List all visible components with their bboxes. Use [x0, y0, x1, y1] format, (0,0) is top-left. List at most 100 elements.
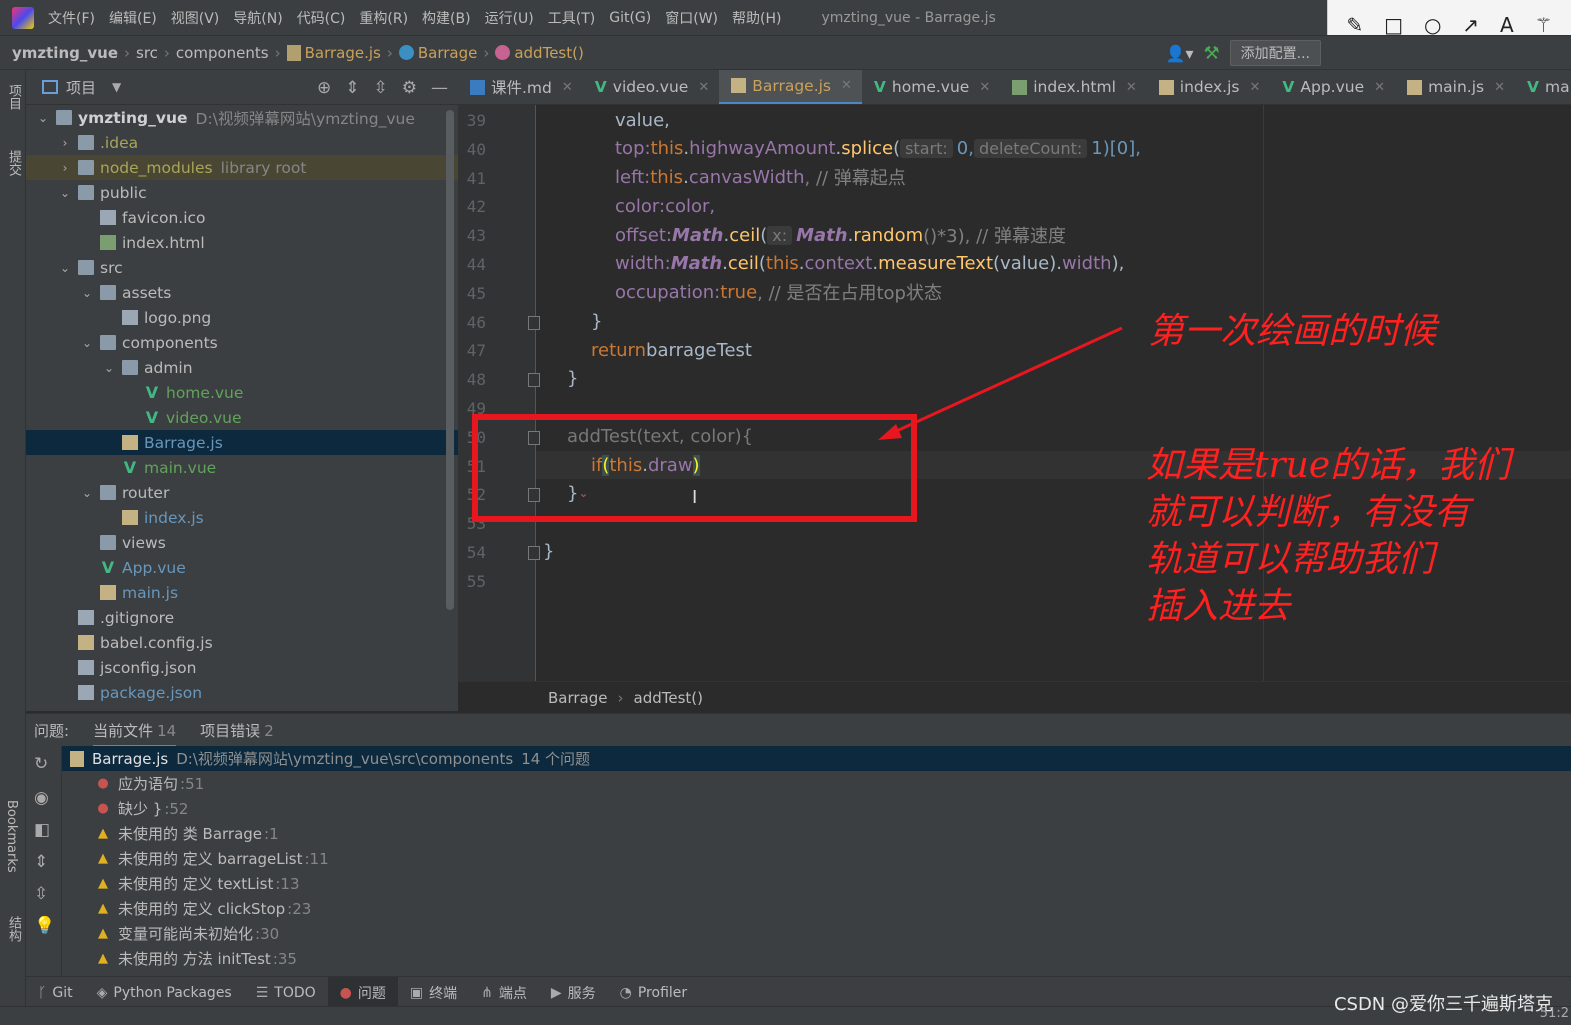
chevron-right-icon[interactable]: ›	[58, 161, 72, 175]
bottom-tab[interactable]: ▶ 服务	[539, 977, 608, 1009]
editor-tab[interactable]: Vhome.vue ✕	[862, 70, 1000, 104]
project-panel-title[interactable]: 项目	[66, 77, 96, 98]
crumb-class[interactable]: Barrage	[418, 44, 478, 62]
menu-refactor[interactable]: 重构(R)	[359, 8, 408, 28]
collapse-icon[interactable]: ⇳	[34, 884, 48, 904]
tree-item[interactable]: index.js	[26, 505, 458, 530]
collapse-all-icon[interactable]: ⇳	[374, 78, 388, 98]
menu-view[interactable]: 视图(V)	[171, 8, 220, 28]
tree-item[interactable]: ⌄ public	[26, 180, 458, 205]
tree-item[interactable]: Vmain.vue	[26, 455, 458, 480]
problem-row[interactable]: ▲ 未使用的 定义 clickStop:23	[62, 896, 1571, 921]
editor-crumb-method[interactable]: addTest()	[634, 689, 703, 707]
chevron-right-icon[interactable]: ›	[58, 136, 72, 150]
tree-item[interactable]: ⌄ assets	[26, 280, 458, 305]
bottom-tab[interactable]: ◔ Profiler	[608, 977, 700, 1009]
tab-project-errors[interactable]: 项目错误 2	[200, 720, 274, 741]
chevron-down-icon[interactable]: ⌄	[80, 486, 94, 500]
bottom-tab[interactable]: ● 问题	[327, 976, 398, 1009]
tree-item[interactable]: .gitignore	[26, 605, 458, 630]
menu-code[interactable]: 代码(C)	[297, 8, 346, 28]
tree-item[interactable]: ⌄ components	[26, 330, 458, 355]
editor-tab[interactable]: index.js ✕	[1147, 70, 1271, 104]
problems-file-row[interactable]: Barrage.js D:\视频弹幕网站\ymzting_vue\src\com…	[62, 746, 1571, 771]
editor-crumb-class[interactable]: Barrage	[548, 689, 608, 707]
close-tab-icon[interactable]: ✕	[841, 78, 852, 93]
fold-marker-icon[interactable]	[528, 315, 540, 330]
fold-marker-icon[interactable]	[528, 546, 540, 560]
close-tab-icon[interactable]: ✕	[698, 80, 709, 95]
rectangle-icon[interactable]: □	[1384, 13, 1403, 37]
eye-icon[interactable]: ◉	[34, 788, 49, 808]
tree-item[interactable]: › node_modules library root	[26, 155, 458, 180]
build-hammer-icon[interactable]: ⚒	[1204, 43, 1220, 64]
bookmarks-tool-tab[interactable]: Bookmarks	[4, 800, 19, 873]
problem-row[interactable]: ▲ 未使用的 方法 initTest:35	[62, 946, 1571, 971]
menu-run[interactable]: 运行(U)	[485, 8, 534, 28]
close-tab-icon[interactable]: ✕	[1374, 80, 1385, 95]
tree-item[interactable]: Vvideo.vue	[26, 405, 458, 430]
expand-icon[interactable]: ⇕	[34, 852, 48, 872]
menu-help[interactable]: 帮助(H)	[732, 8, 781, 28]
close-tab-icon[interactable]: ✕	[1126, 80, 1137, 95]
close-tab-icon[interactable]: ✕	[562, 80, 573, 95]
problem-row[interactable]: ● 缺少 }:52	[62, 796, 1571, 821]
preview-icon[interactable]: ◧	[34, 820, 50, 840]
tree-item[interactable]: jsconfig.json	[26, 655, 458, 680]
pencil-icon[interactable]: ✎	[1346, 13, 1363, 37]
bottom-tab[interactable]: ▣ 终端	[398, 977, 469, 1009]
problem-row[interactable]: ▲ 变量可能尚未初始化:30	[62, 921, 1571, 946]
chevron-down-icon[interactable]: ⌄	[102, 361, 116, 375]
crumb-src[interactable]: src	[136, 44, 158, 62]
bottom-tab[interactable]: ☰ TODO	[244, 977, 328, 1009]
circle-icon[interactable]: ○	[1424, 13, 1441, 37]
add-configuration-button[interactable]: 添加配置...	[1229, 40, 1321, 66]
menu-build[interactable]: 构建(B)	[422, 8, 471, 28]
close-tab-icon[interactable]: ✕	[1250, 80, 1261, 95]
tree-item[interactable]: Vhome.vue	[26, 380, 458, 405]
crumb-project[interactable]: ymzting_vue	[12, 44, 118, 62]
crumb-file[interactable]: Barrage.js	[305, 44, 381, 62]
problem-row[interactable]: ▲ 未使用的 定义 barrageList:11	[62, 846, 1571, 871]
chevron-down-icon[interactable]: ⌄	[80, 286, 94, 300]
tree-item[interactable]: index.html	[26, 230, 458, 255]
project-tool-tab[interactable]: 项目	[4, 84, 23, 110]
tree-item[interactable]: ⌄ admin	[26, 355, 458, 380]
refresh-icon[interactable]: ↻	[34, 754, 48, 774]
tree-item[interactable]: ⌄ router	[26, 480, 458, 505]
editor-tab[interactable]: 课件.md ✕	[458, 70, 583, 104]
menu-navigate[interactable]: 导航(N)	[233, 8, 282, 28]
editor-tab[interactable]: Vmain.vu	[1515, 70, 1571, 104]
chevron-down-icon[interactable]: ⌄	[58, 261, 72, 275]
tree-scrollbar[interactable]	[446, 110, 454, 610]
tab-current-file[interactable]: 当前文件 14	[93, 713, 177, 748]
text-icon[interactable]: A	[1500, 13, 1514, 37]
tree-item[interactable]: Barrage.js	[26, 430, 458, 455]
tree-item[interactable]: package.json	[26, 680, 458, 705]
lightbulb-icon[interactable]: 💡	[34, 916, 55, 936]
tree-item[interactable]: main.js	[26, 580, 458, 605]
menu-edit[interactable]: 编辑(E)	[109, 8, 157, 28]
structure-tool-tab[interactable]: 结构	[4, 916, 23, 942]
editor-tab[interactable]: index.html ✕	[1000, 70, 1147, 104]
gear-icon[interactable]: ⚙	[402, 78, 417, 98]
tree-item[interactable]: V App.vue	[26, 555, 458, 580]
minimize-icon[interactable]: —	[431, 78, 448, 98]
fold-marker-icon[interactable]	[528, 373, 540, 388]
caret-position[interactable]: 51:2	[1540, 1006, 1569, 1021]
menu-window[interactable]: 窗口(W)	[665, 8, 718, 28]
chevron-down-icon[interactable]: ⌄	[80, 336, 94, 350]
chevron-down-icon[interactable]: ▼	[112, 80, 121, 94]
tree-item[interactable]: ⌄ ymzting_vue D:\视频弹幕网站\ymzting_vue	[26, 105, 458, 130]
problem-row[interactable]: ▲ 未使用的 定义 textList:13	[62, 871, 1571, 896]
tree-item[interactable]: favicon.ico	[26, 205, 458, 230]
problem-row[interactable]: ▲ 未使用的 类 Barrage:1	[62, 821, 1571, 846]
chevron-down-icon[interactable]: ⌄	[36, 111, 50, 125]
editor-tab[interactable]: main.js ✕	[1395, 70, 1515, 104]
menu-file[interactable]: 文件(F)	[48, 8, 95, 28]
chevron-down-icon[interactable]: ⌄	[58, 186, 72, 200]
expand-all-icon[interactable]: ⇕	[345, 78, 359, 98]
tree-item[interactable]: logo.png	[26, 305, 458, 330]
crumb-components[interactable]: components	[176, 44, 269, 62]
crumb-method[interactable]: addTest()	[514, 44, 583, 62]
